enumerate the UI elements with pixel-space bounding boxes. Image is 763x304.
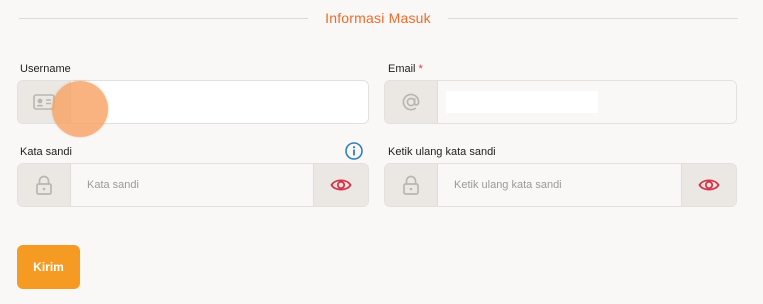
password-input-group xyxy=(17,163,369,207)
confirm-password-label-text: Ketik ulang kata sandi xyxy=(388,146,496,158)
email-label: Email * xyxy=(388,63,423,75)
confirm-password-input[interactable] xyxy=(438,164,681,206)
confirm-password-prefix xyxy=(385,164,438,206)
info-icon[interactable] xyxy=(345,142,363,160)
lock-icon xyxy=(36,175,52,195)
divider-right xyxy=(448,18,738,19)
email-value-mask xyxy=(446,91,598,113)
touch-indicator xyxy=(52,81,108,137)
username-label: Username xyxy=(20,63,71,75)
username-input[interactable] xyxy=(71,81,368,123)
username-label-text: Username xyxy=(20,63,71,75)
password-toggle-button[interactable] xyxy=(313,164,368,206)
eye-icon xyxy=(330,179,352,191)
password-input[interactable] xyxy=(71,164,313,206)
lock-icon xyxy=(403,175,419,195)
submit-button[interactable]: Kirim xyxy=(17,245,80,289)
section-title: Informasi Masuk xyxy=(325,10,431,26)
email-prefix xyxy=(385,81,438,123)
section-header: Informasi Masuk xyxy=(19,8,738,30)
password-prefix xyxy=(18,164,71,206)
password-label-text: Kata sandi xyxy=(20,146,72,158)
divider-left xyxy=(19,18,308,19)
login-info-form-page: Informasi Masuk Username Email * Kata sa… xyxy=(0,0,763,304)
email-label-text: Email xyxy=(388,63,416,75)
confirm-password-label: Ketik ulang kata sandi xyxy=(388,146,496,158)
eye-icon xyxy=(698,179,720,191)
confirm-password-input-group xyxy=(384,163,737,207)
required-asterisk: * xyxy=(418,63,423,75)
at-sign-icon xyxy=(402,93,420,111)
password-label: Kata sandi xyxy=(20,146,72,158)
confirm-password-toggle-button[interactable] xyxy=(681,164,736,206)
